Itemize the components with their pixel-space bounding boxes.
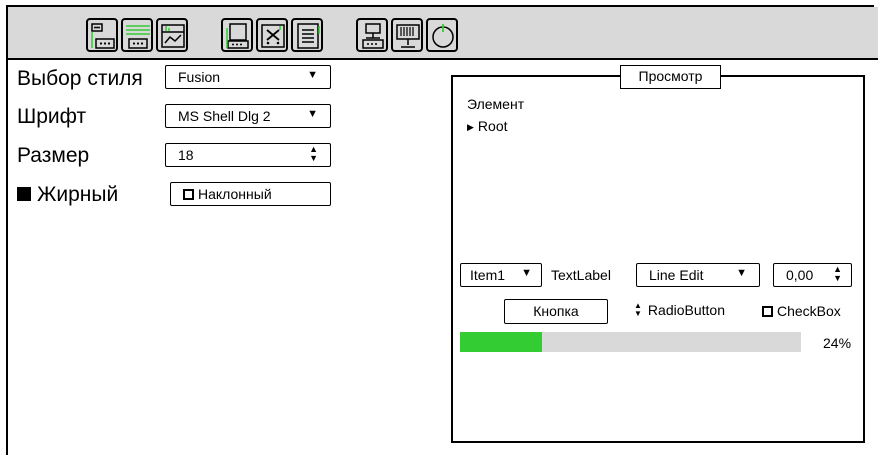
text-document-icon-graphic (297, 23, 320, 49)
radio-arrows-icon: ▲ ▼ (634, 301, 642, 318)
close-window-icon[interactable] (256, 18, 288, 52)
checkbox[interactable]: CheckBox (762, 303, 841, 319)
text-document-icon[interactable] (291, 18, 323, 52)
spin-arrows-icon[interactable]: ▲ ▼ (309, 145, 318, 163)
item-combobox-value: Item1 (470, 267, 506, 283)
chevron-down-icon: ▼ (521, 267, 532, 279)
toolbar (8, 7, 878, 60)
italic-checkbox-box[interactable] (183, 189, 194, 200)
progress-bar (460, 332, 801, 352)
font-combobox-value: MS Shell Dlg 2 (178, 108, 271, 124)
line-edit-value: Line Edit (649, 267, 704, 283)
checkbox-label: CheckBox (777, 303, 841, 319)
style-label: Выбор стиля (17, 67, 143, 90)
power-icon-graphic (432, 24, 454, 48)
italic-checkbox[interactable]: Наклонный (170, 182, 331, 206)
size-spinbox-value: 18 (178, 147, 194, 163)
size-spinbox[interactable]: 18 ▲ ▼ (165, 143, 331, 167)
chart-window-icon[interactable] (156, 18, 188, 52)
spin-arrows-icon[interactable]: ▲ ▼ (833, 265, 842, 283)
item-combobox[interactable]: Item1 ▼ (460, 263, 542, 287)
bold-label: Жирный (37, 183, 119, 206)
expand-arrow-icon[interactable]: ▶ (467, 122, 474, 132)
bottom-left-panel-icon[interactable] (86, 18, 118, 52)
checkbox-box[interactable] (762, 306, 773, 317)
chevron-down-icon: ▼ (307, 108, 318, 120)
display-stand-icon[interactable] (391, 18, 423, 52)
radio-button-label: RadioButton (647, 302, 725, 318)
style-combobox-value: Fusion (178, 69, 221, 85)
close-window-icon-graphic (261, 24, 285, 48)
line-edit-combobox[interactable]: Line Edit ▼ (636, 263, 760, 287)
text-label: TextLabel (551, 267, 611, 283)
tree-header: Элемент (467, 96, 525, 112)
font-combobox[interactable]: MS Shell Dlg 2 ▼ (165, 104, 331, 128)
bold-checkbox[interactable]: Жирный (17, 183, 118, 207)
progress-bar-fill (460, 332, 542, 352)
bold-checkbox-box[interactable] (17, 187, 31, 201)
preview-title: Просмотр (620, 65, 721, 89)
tree-item-root[interactable]: ▶ Root (467, 118, 508, 134)
size-label: Размер (17, 144, 90, 167)
panel-window-icon-graphic (226, 23, 249, 49)
chevron-down-icon: ▼ (736, 267, 747, 279)
bottom-left-panel-icon-graphic (91, 23, 115, 49)
bottom-right-panel-icon-graphic (126, 25, 150, 49)
preview-groupbox (451, 75, 865, 443)
tree-item-root-label: Root (477, 118, 508, 134)
panel-window-icon[interactable] (221, 18, 253, 52)
bottom-right-panel-icon[interactable] (121, 18, 153, 52)
font-label: Шрифт (17, 105, 87, 128)
chart-window-icon-graphic (161, 24, 185, 48)
push-button[interactable]: Кнопка (504, 299, 608, 324)
style-combobox[interactable]: Fusion ▼ (165, 65, 331, 89)
chevron-down-icon: ▼ (307, 69, 318, 81)
display-stand-icon-graphic (396, 24, 420, 48)
italic-label: Наклонный (198, 186, 272, 202)
network-node-icon[interactable] (356, 18, 388, 52)
progress-text: 24% (823, 335, 852, 351)
radio-button[interactable]: ▲ ▼ RadioButton (634, 301, 725, 319)
double-spinbox-value: 0,00 (786, 267, 814, 283)
double-spinbox[interactable]: 0,00 ▲ ▼ (773, 263, 852, 287)
network-node-icon-graphic (362, 23, 384, 49)
power-icon[interactable] (426, 18, 458, 52)
